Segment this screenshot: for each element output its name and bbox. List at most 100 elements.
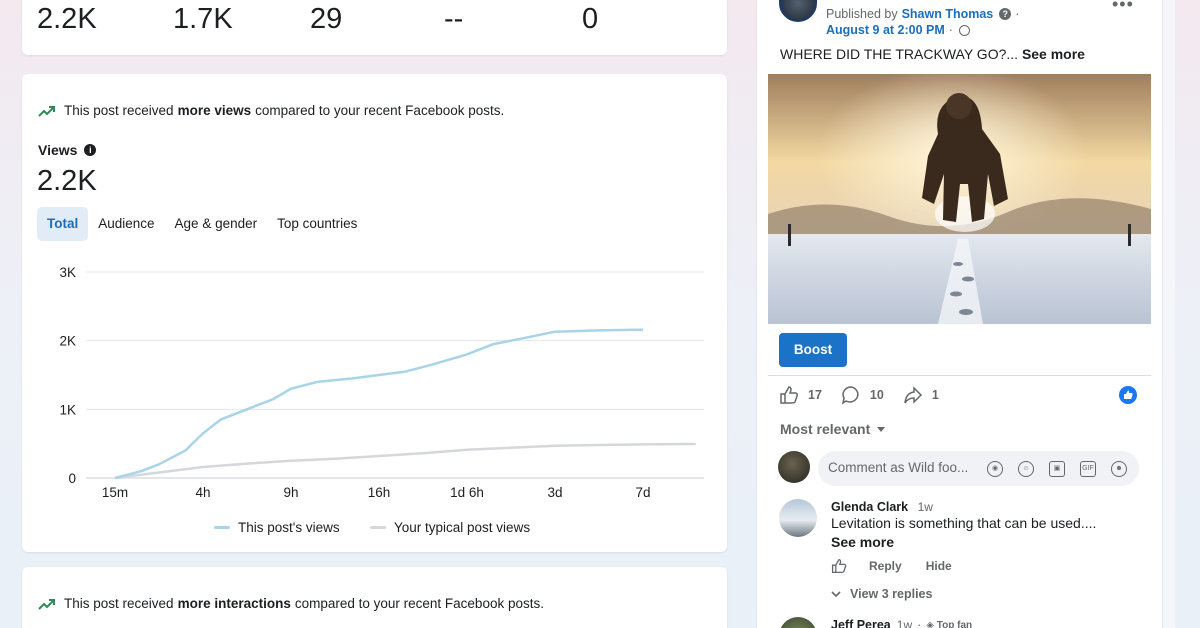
tab-audience[interactable]: Audience: [88, 207, 164, 241]
legend-label: This post's views: [238, 520, 340, 535]
diamond-icon: ◈: [926, 619, 934, 628]
more-options-icon[interactable]: •••: [1112, 0, 1134, 15]
likes-count: 17: [808, 388, 822, 402]
view-replies-label: View 3 replies: [850, 587, 933, 601]
legend-swatch: [214, 526, 230, 529]
scrollbar-track[interactable]: [1163, 0, 1175, 628]
comments-count: 10: [869, 388, 884, 402]
comment-time[interactable]: 1w: [897, 618, 912, 628]
x-tick-label: 1d 6h: [450, 485, 484, 500]
interactions-card: This post received more interactions com…: [22, 567, 727, 628]
boost-button[interactable]: Boost: [779, 333, 847, 367]
metric-value: 1.7K: [173, 3, 233, 35]
trend-prefix: This post received: [64, 596, 174, 611]
shares-stat[interactable]: 1: [903, 385, 939, 405]
sort-comments-dropdown[interactable]: Most relevant: [780, 421, 886, 437]
metrics-card: 2.2K 1.7K 29 -- 0: [22, 0, 727, 55]
reply-link[interactable]: Reply: [869, 559, 902, 573]
page-avatar[interactable]: [779, 0, 817, 22]
dot-separator: ·: [917, 618, 922, 628]
commenter-avatar[interactable]: [779, 499, 817, 537]
metric-value: 29: [310, 3, 343, 35]
x-tick-label: 16h: [368, 485, 391, 500]
thumbs-up-icon[interactable]: [831, 558, 847, 574]
comments-stat[interactable]: 10: [841, 385, 884, 405]
comment-placeholder: Comment as Wild foo...: [828, 460, 969, 475]
comment-author: Jeff Perea 1w · ◈ Top fan: [831, 618, 972, 628]
commenter-avatar[interactable]: [779, 617, 817, 628]
trend-bold: more views: [177, 103, 252, 118]
post-image[interactable]: [768, 74, 1151, 324]
published-by-prefix: Published by: [826, 7, 898, 21]
comment-time[interactable]: 1w: [918, 500, 933, 514]
y-tick-label: 3K: [59, 265, 76, 280]
legend-label: Your typical post views: [394, 520, 531, 535]
post-photo: [768, 74, 1151, 324]
trending-up-icon: [38, 598, 55, 610]
metric-value: 2.2K: [37, 3, 97, 35]
x-tick-label: 9h: [283, 485, 298, 500]
series-line: [114, 442, 696, 480]
views-line-chart: 0 1K 2K 3K 15m 4h 9h 16h 1d 6h 3d 7d: [59, 265, 704, 500]
metric-value: 0: [582, 3, 599, 35]
comment-see-more[interactable]: See more: [831, 534, 894, 550]
comment-input[interactable]: Comment as Wild foo... ◉ ☺ ▣ GIF ☻: [818, 451, 1139, 486]
comment-actions: Reply Hide: [831, 558, 952, 574]
top-fan-label: Top fan: [936, 619, 973, 628]
engagement-stats: 17 10 1: [779, 385, 958, 405]
dot-separator: ·: [948, 23, 953, 37]
post-text: WHERE DID THE TRACKWAY GO?... See more: [780, 46, 1085, 62]
comment-tools: ◉ ☺ ▣ GIF ☻: [987, 461, 1142, 477]
tab-age-gender[interactable]: Age & gender: [165, 207, 268, 241]
see-more-link[interactable]: See more: [1022, 46, 1085, 62]
divider: [768, 375, 1151, 376]
trend-suffix: compared to your recent Facebook posts.: [294, 596, 544, 611]
like-reaction-icon: [1119, 386, 1137, 404]
shares-count: 1: [931, 388, 939, 402]
metric-value: --: [444, 3, 464, 35]
legend-item-this-post: This post's views: [214, 520, 340, 535]
post-text-body: WHERE DID THE TRACKWAY GO?...: [780, 46, 1019, 62]
view-replies-link[interactable]: View 3 replies: [831, 587, 932, 601]
post-preview-panel: Published by Shawn Thomas ? · August 9 a…: [757, 0, 1162, 628]
views-tabs: Total Audience Age & gender Top countrie…: [37, 207, 367, 241]
views-label: Views i: [38, 142, 97, 158]
trend-message: This post received more interactions com…: [38, 596, 544, 611]
x-tick-label: 15m: [102, 485, 128, 500]
y-tick-label: 0: [68, 471, 76, 486]
dot-separator: ·: [1015, 7, 1020, 21]
x-tick-label: 7d: [635, 485, 650, 500]
legend-item-typical: Your typical post views: [370, 520, 530, 535]
author-link[interactable]: Shawn Thomas: [902, 7, 994, 21]
camera-icon[interactable]: ▣: [1049, 461, 1065, 477]
comment-text: Levitation is something that can be used…: [831, 515, 1097, 531]
help-icon[interactable]: ?: [999, 8, 1012, 20]
post-date-link[interactable]: August 9 at 2:00 PM: [826, 23, 945, 37]
commenter-name[interactable]: Jeff Perea: [831, 618, 891, 628]
comment-author: Glenda Clark 1w: [831, 500, 933, 514]
published-by-line: Published by Shawn Thomas ? ·: [826, 7, 1019, 21]
emoji-icon[interactable]: ☺: [1018, 461, 1034, 477]
trending-up-icon: [38, 105, 55, 117]
views-card: This post received more views compared t…: [22, 74, 727, 552]
trend-prefix: This post received: [64, 103, 174, 118]
tab-total[interactable]: Total: [37, 207, 89, 241]
info-icon[interactable]: i: [84, 144, 97, 156]
commenter-name[interactable]: Glenda Clark: [831, 500, 908, 514]
top-fan-badge: ◈ Top fan: [926, 620, 972, 628]
likes-stat[interactable]: 17: [779, 385, 822, 405]
sticker-icon[interactable]: ☻: [1111, 461, 1127, 477]
tab-top-countries[interactable]: Top countries: [267, 207, 367, 241]
caret-down-icon: [877, 426, 886, 432]
thumbs-up-icon: [780, 386, 799, 404]
comment-icon: [841, 386, 859, 405]
gif-icon[interactable]: GIF: [1080, 461, 1096, 477]
x-tick-label: 3d: [547, 485, 562, 500]
y-tick-label: 2K: [59, 334, 76, 349]
share-icon: [904, 386, 922, 404]
hide-link[interactable]: Hide: [926, 559, 952, 573]
trend-suffix: compared to your recent Facebook posts.: [255, 103, 505, 118]
post-date-line: August 9 at 2:00 PM ·: [826, 23, 970, 37]
trend-message: This post received more views compared t…: [38, 103, 504, 118]
avatar-sticker-icon[interactable]: ◉: [987, 461, 1003, 477]
